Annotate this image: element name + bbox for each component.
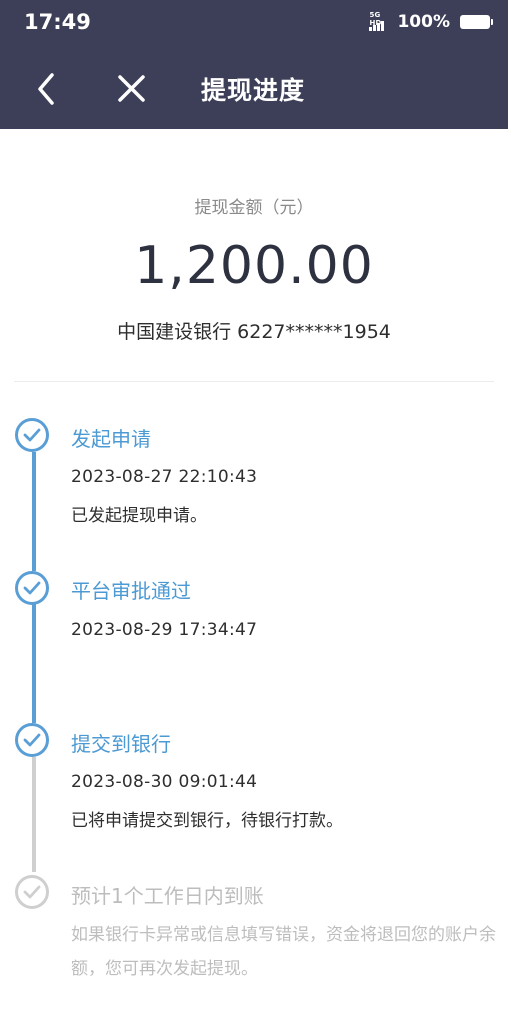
battery-percent: 100% xyxy=(397,12,450,32)
withdraw-amount: 1,200.00 xyxy=(134,236,374,296)
status-bar: 17:49 5G HD 100% xyxy=(0,0,508,46)
check-circle-icon xyxy=(15,418,49,452)
close-button[interactable] xyxy=(112,70,152,110)
step-title: 平台审批通过 xyxy=(71,579,191,603)
step-title: 提交到银行 xyxy=(71,732,171,756)
page-title: 提现进度 xyxy=(201,76,306,105)
step-title: 预计1个工作日内到账 xyxy=(71,884,264,908)
chevron-left-icon xyxy=(38,73,54,105)
timeline-line xyxy=(32,757,36,872)
nav-bar: 提现进度 xyxy=(0,46,508,129)
check-circle-icon xyxy=(15,571,49,605)
signal-icon: 5G HD xyxy=(369,11,391,31)
timeline-line xyxy=(32,604,36,723)
divider xyxy=(14,381,494,382)
check-circle-icon xyxy=(15,723,49,757)
status-indicators: 5G HD 100% xyxy=(369,11,493,32)
step-desc: 已将申请提交到银行，待银行打款。 xyxy=(71,811,343,831)
step-desc: 已发起提现申请。 xyxy=(71,506,207,526)
step-time: 2023-08-30 09:01:44 xyxy=(71,772,258,792)
status-time: 17:49 xyxy=(24,10,91,34)
step-time: 2023-08-29 17:34:47 xyxy=(71,620,258,640)
battery-icon xyxy=(460,15,493,29)
step-time: 2023-08-27 22:10:43 xyxy=(71,467,258,487)
back-button[interactable] xyxy=(28,70,68,110)
bank-card-info: 中国建设银行 6227******1954 xyxy=(117,321,391,343)
amount-label: 提现金额（元） xyxy=(194,198,314,218)
step-desc: 如果银行卡异常或信息填写错误，资金将退回您的账户余额，您可再次发起提现。 xyxy=(71,925,496,979)
step-title: 发起申请 xyxy=(71,427,151,451)
check-circle-icon xyxy=(15,875,49,909)
timeline-line xyxy=(32,452,36,571)
close-icon xyxy=(118,75,145,102)
